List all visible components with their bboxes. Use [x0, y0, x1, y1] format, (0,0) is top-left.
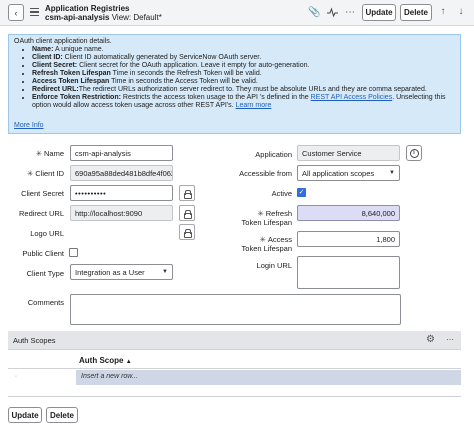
chevron-left-icon: ‹: [14, 7, 18, 18]
rest-api-policies-link[interactable]: REST API Access Policies: [311, 94, 393, 101]
previous-record-icon[interactable]: ↑: [437, 6, 449, 18]
client-type-label: Client Type: [26, 269, 64, 278]
client-type-select[interactable]: Integration as a User ▼: [70, 264, 173, 280]
checkmark-icon: ✓: [298, 189, 305, 196]
application-label: Application: [255, 150, 292, 159]
more-options-icon[interactable]: ⋯: [446, 335, 455, 344]
logo-url-lock-button[interactable]: [179, 224, 195, 240]
context-menu-icon[interactable]: [30, 8, 39, 16]
name-label: ✳ Name: [35, 149, 64, 158]
info-intro: OAuth client application details.: [14, 38, 112, 45]
name-input[interactable]: csm-api-analysis: [70, 145, 173, 161]
access-token-lifespan-label: ✳ Access Token Lifespan: [241, 235, 292, 253]
footer-update-button[interactable]: Update: [8, 407, 42, 423]
accessible-from-select[interactable]: All application scopes ▼: [297, 165, 400, 181]
lock-icon: [184, 228, 192, 238]
required-icon: ✳: [26, 169, 34, 178]
related-list-title: Auth Scopes: [13, 336, 56, 345]
next-record-icon[interactable]: ↓: [455, 6, 467, 18]
refresh-token-lifespan-input[interactable]: 8,640,000: [297, 205, 400, 221]
client-secret-input[interactable]: ••••••••••: [70, 185, 173, 201]
comments-textarea[interactable]: [70, 294, 401, 325]
public-client-checkbox[interactable]: [69, 248, 78, 257]
lock-icon: [184, 189, 192, 199]
info-icon: i: [409, 148, 419, 158]
more-options-icon[interactable]: ⋯: [344, 7, 356, 19]
view-name: View: Default*: [111, 13, 162, 22]
refresh-token-lifespan-label: ✳ Refresh Token Lifespan: [241, 209, 292, 227]
record-subtitle: csm-api-analysis View: Default*: [45, 13, 162, 22]
learn-more-link[interactable]: Learn more: [236, 102, 272, 109]
accessible-from-label: Accessible from: [239, 169, 292, 178]
info-item: Access Token Lifespan Time in seconds th…: [32, 78, 455, 86]
sort-ascending-icon: ▲: [125, 359, 132, 365]
divider: [8, 368, 461, 369]
info-message-box: OAuth client application details. Name: …: [8, 34, 461, 134]
row-handle-icon: ◦: [15, 374, 18, 380]
logo-url-label: Logo URL: [30, 229, 64, 238]
footer-delete-button[interactable]: Delete: [46, 407, 78, 423]
chevron-down-icon: ▼: [162, 269, 168, 275]
redirect-url-lock-button[interactable]: [179, 205, 195, 221]
auth-scopes-related-list-header: Auth Scopes ⚙ ⋯: [8, 331, 461, 350]
redirect-url-input[interactable]: http://localhost:9090: [70, 205, 173, 221]
form-header: ‹ Application Registries csm-api-analysi…: [0, 0, 474, 26]
redirect-url-label: Redirect URL: [18, 209, 64, 218]
info-item: Enforce Token Restriction: Restricts the…: [32, 94, 455, 110]
more-info-link[interactable]: More Info: [14, 122, 44, 130]
info-item: Refresh Token Lifespan Time in seconds t…: [32, 70, 455, 78]
client-secret-lock-button[interactable]: [179, 185, 195, 201]
required-icon: ✳: [35, 149, 42, 158]
client-id-label: ✳ Client ID: [26, 169, 64, 178]
info-item: Name: A unique name.: [32, 46, 455, 54]
info-list: Name: A unique name. Client ID: Client I…: [32, 46, 455, 110]
info-item: Client ID: Client ID automatically gener…: [32, 54, 455, 62]
insert-new-row[interactable]: Insert a new row...: [76, 370, 461, 385]
active-checkbox[interactable]: ✓: [297, 188, 306, 197]
gear-icon[interactable]: ⚙: [426, 335, 436, 345]
application-info-button[interactable]: i: [406, 145, 422, 161]
required-icon: ✳: [257, 209, 264, 218]
active-label: Active: [271, 189, 292, 198]
header-delete-button[interactable]: Delete: [400, 4, 432, 21]
auth-scope-column-header[interactable]: Auth Scope ▲: [79, 356, 132, 365]
chevron-down-icon: ▼: [389, 170, 395, 176]
attachment-icon[interactable]: 📎: [308, 7, 320, 19]
access-token-lifespan-input[interactable]: 1,800: [297, 231, 400, 247]
required-icon: ✳: [259, 235, 266, 244]
divider: [8, 396, 461, 397]
client-secret-label: Client Secret: [21, 189, 64, 198]
back-button[interactable]: ‹: [8, 4, 24, 21]
activity-icon[interactable]: [326, 7, 338, 19]
comments-label: Comments: [27, 298, 64, 307]
public-client-label: Public Client: [22, 249, 64, 258]
login-url-label: Login URL: [256, 261, 292, 270]
info-item: Redirect URL:The redirect URLs authoriza…: [32, 86, 455, 94]
record-name: csm-api-analysis: [45, 13, 110, 22]
info-item: Client Secret: Client secret for the OAu…: [32, 62, 455, 70]
client-id-input[interactable]: 690a95a88ded481b8dfe4f062: [70, 165, 173, 181]
application-input[interactable]: Customer Service: [297, 145, 400, 161]
lock-icon: [184, 209, 192, 219]
login-url-textarea[interactable]: [297, 256, 400, 289]
page-title: Application Registries: [45, 4, 130, 13]
header-update-button[interactable]: Update: [362, 4, 396, 21]
